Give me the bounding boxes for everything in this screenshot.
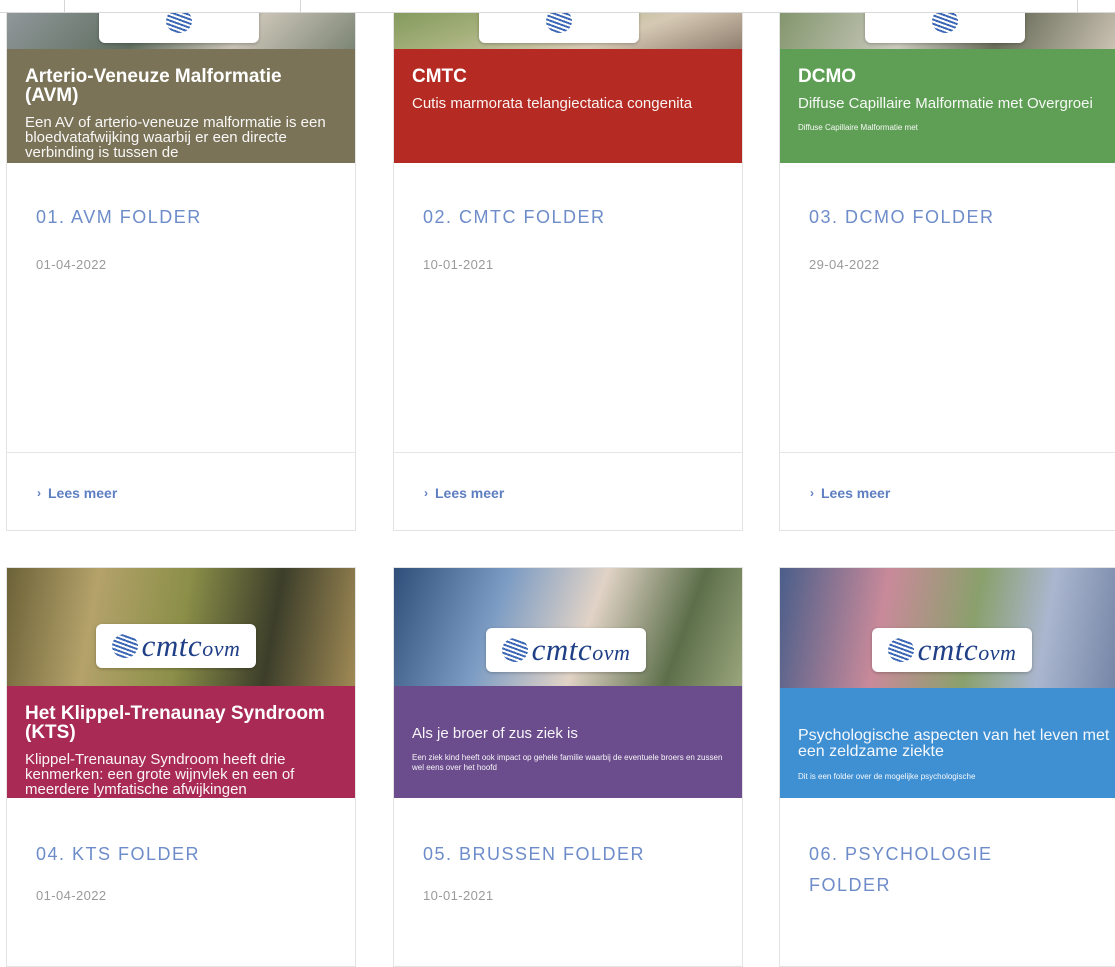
folder-date: 01-04-2022 [36,257,107,272]
logo-shell-icon [501,638,528,662]
thumbnail-title-band: Het Klippel-Trenaunay Syndroom (KTS) Kli… [7,686,355,798]
cmtc-ovm-logo: cmtcovm [486,628,646,672]
folder-title[interactable]: 05. BRUSSEN FOLDER [423,839,645,870]
band-subtitle: Cutis marmorata telangiectatica congenit… [412,95,693,112]
lees-meer-link[interactable]: › Lees meer [810,485,890,501]
lees-meer-link[interactable]: › Lees meer [37,485,117,501]
card-thumbnail[interactable]: Arterio-Veneuze Malformatie (AVM) Een AV… [7,0,355,163]
folder-title[interactable]: 04. KTS FOLDER [36,839,200,870]
folder-card-dcmo[interactable]: DCMO Diffuse Capillaire Malformatie met … [779,0,1115,531]
band-title: DCMO [798,66,857,87]
band-subtitle: Een ziek kind heeft ook impact op gehele… [412,753,723,772]
card-thumbnail[interactable]: CMTC Cutis marmorata telangiectatica con… [394,0,742,163]
lees-meer-label: Lees meer [821,485,891,501]
band-extra-text: Diffuse Capillaire Malformatie met [798,123,918,132]
cmtc-ovm-logo: cmtcovm [872,628,1032,672]
cmtc-ovm-logo: cmtcovm [96,624,256,668]
folder-card-cmtc[interactable]: CMTC Cutis marmorata telangiectatica con… [393,0,743,531]
logo-wordmark: cmtcovm [531,632,631,667]
thumbnail-title-band: CMTC Cutis marmorata telangiectatica con… [394,49,742,163]
folder-card-brussen[interactable]: cmtcovm Als je broer of zus ziek is Een … [393,567,743,967]
logo-wordmark: cmtcovm [917,632,1017,667]
folder-date: 10-01-2021 [423,888,494,903]
lees-meer-label: Lees meer [48,485,118,501]
folder-date: 10-01-2021 [423,257,494,272]
card-thumbnail[interactable]: cmtcovm Het Klippel-Trenaunay Syndroom (… [7,568,355,798]
top-edge-divider [64,0,65,12]
card-divider [7,452,355,453]
band-subtitle: Diffuse Capillaire Malformatie met Overg… [798,95,1093,112]
chevron-right-icon: › [810,486,814,500]
thumbnail-title-band: Arterio-Veneuze Malformatie (AVM) Een AV… [7,49,355,163]
folder-title[interactable]: 01. AVM FOLDER [36,202,202,233]
band-subtitle: Klippel-Trenaunay Syndroom heeft drie ke… [25,751,295,798]
folder-date: 29-04-2022 [809,257,880,272]
top-edge-divider [300,0,301,12]
band-title: Arterio-Veneuze Malformatie (AVM) [25,66,282,106]
band-title: Psychologische aspecten van het leven me… [798,727,1110,760]
folder-date: 01-04-2022 [36,888,107,903]
logo-shell-icon [111,634,138,658]
band-title: Het Klippel-Trenaunay Syndroom (KTS) [25,703,325,743]
top-edge-bar [0,0,1115,13]
lees-meer-link[interactable]: › Lees meer [424,485,504,501]
folder-title[interactable]: 02. CMTC FOLDER [423,202,606,233]
logo-shell-icon [887,638,914,662]
logo-wordmark: cmtcovm [141,628,241,663]
band-subtitle: Een AV of arterio-veneuze malformatie is… [25,114,326,161]
chevron-right-icon: › [424,486,428,500]
card-thumbnail[interactable]: cmtcovm Psychologische aspecten van het … [780,568,1115,798]
lees-meer-label: Lees meer [435,485,505,501]
card-divider [394,452,742,453]
folder-title[interactable]: 03. DCMO FOLDER [809,202,995,233]
folder-card-psychologie[interactable]: cmtcovm Psychologische aspecten van het … [779,567,1115,967]
band-subtitle: Dit is een folder over de mogelijke psyc… [798,772,976,781]
folder-title[interactable]: 06. PSYCHOLOGIE FOLDER [809,839,1069,901]
top-edge-divider [1077,0,1078,12]
card-divider [780,452,1115,453]
folder-card-avm[interactable]: Arterio-Veneuze Malformatie (AVM) Een AV… [6,0,356,531]
band-title: CMTC [412,66,467,87]
card-thumbnail[interactable]: cmtcovm Als je broer of zus ziek is Een … [394,568,742,798]
folder-card-kts[interactable]: cmtcovm Het Klippel-Trenaunay Syndroom (… [6,567,356,967]
thumbnail-title-band: Als je broer of zus ziek is Een ziek kin… [394,686,742,798]
chevron-right-icon: › [37,486,41,500]
thumbnail-title-band: DCMO Diffuse Capillaire Malformatie met … [780,49,1115,163]
band-title: Als je broer of zus ziek is [412,725,578,742]
card-thumbnail[interactable]: DCMO Diffuse Capillaire Malformatie met … [780,0,1115,163]
thumbnail-title-band: Psychologische aspecten van het leven me… [780,688,1115,798]
